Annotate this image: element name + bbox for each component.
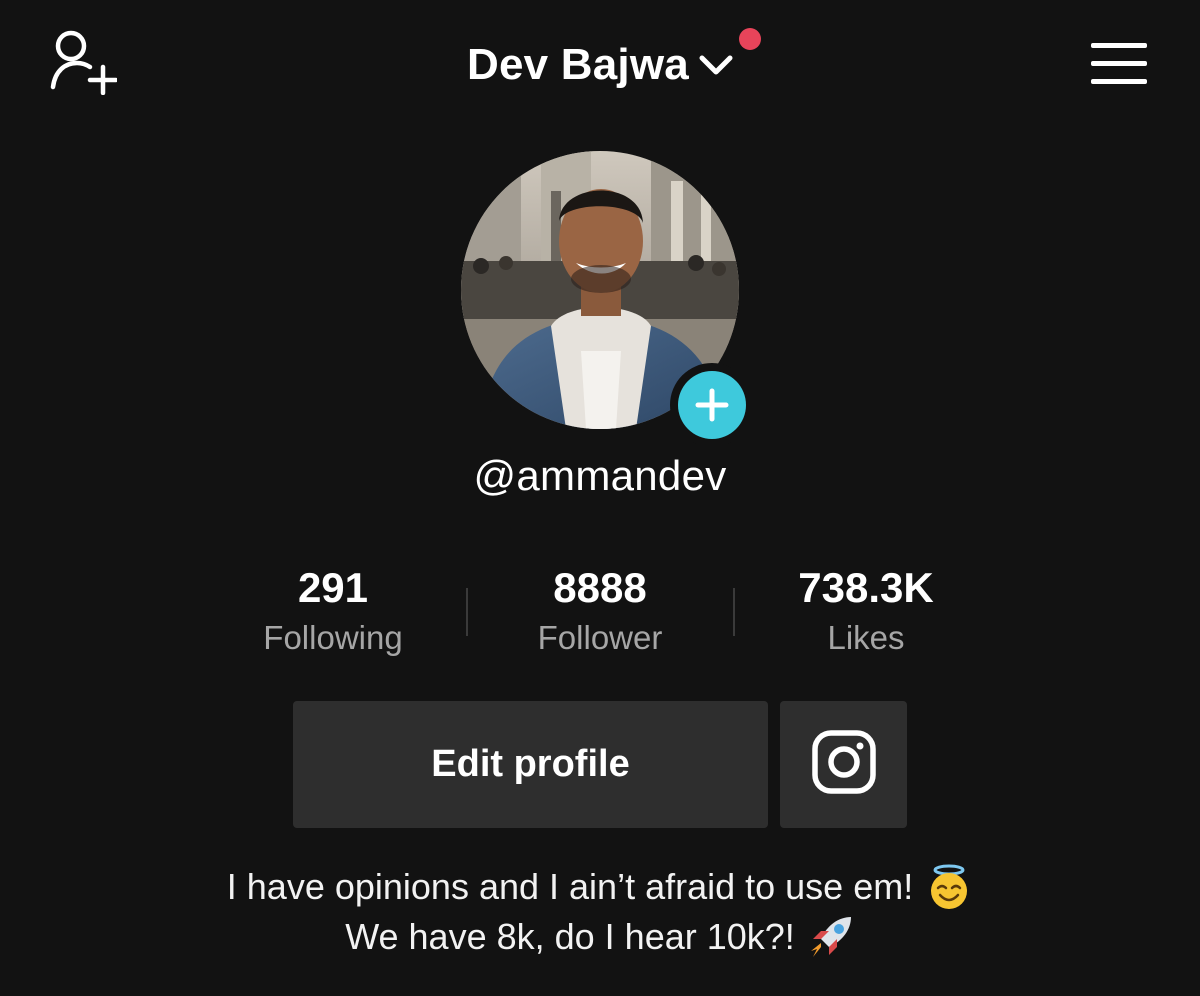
hamburger-menu-icon xyxy=(1090,41,1148,92)
stat-label: Follower xyxy=(537,619,663,656)
header: Dev Bajwa xyxy=(0,28,1200,98)
bio-line: I have opinions and I ain’t afraid to us… xyxy=(0,862,1200,912)
bio-text: I have opinions and I ain’t afraid to us… xyxy=(226,866,914,907)
chevron-down-icon xyxy=(699,54,733,76)
bio: I have opinions and I ain’t afraid to us… xyxy=(0,862,1200,962)
stat-followers[interactable]: 8888 Follower xyxy=(480,560,720,660)
stat-likes[interactable]: 738.3K Likes xyxy=(746,560,986,660)
avatar-add-button[interactable] xyxy=(670,363,754,447)
notification-dot xyxy=(738,28,761,50)
stat-divider xyxy=(466,588,468,636)
stat-value: 738.3K xyxy=(798,564,934,611)
stat-value: 291 xyxy=(297,564,369,611)
menu-button[interactable] xyxy=(1084,36,1154,96)
bio-text: We have 8k, do I hear 10k?! xyxy=(345,916,795,957)
avatar-add-circle xyxy=(678,371,746,439)
plus-icon xyxy=(695,388,729,422)
halo-emoji-icon xyxy=(925,863,973,911)
bio-line: We have 8k, do I hear 10k?! xyxy=(0,912,1200,962)
stat-divider xyxy=(733,588,735,636)
stat-value: 8888 xyxy=(553,564,647,611)
account-switcher[interactable]: Dev Bajwa xyxy=(467,28,761,90)
instagram-icon xyxy=(811,730,876,799)
rocket-emoji-icon xyxy=(807,913,855,961)
instagram-button[interactable] xyxy=(780,701,907,828)
username: @ammandev xyxy=(473,452,727,499)
edit-profile-button[interactable]: Edit profile xyxy=(293,701,768,828)
profile-name-title: Dev Bajwa xyxy=(467,40,689,89)
stat-label: Following xyxy=(263,619,403,656)
stat-label: Likes xyxy=(827,619,905,656)
stat-following[interactable]: 291 Following xyxy=(213,560,453,660)
